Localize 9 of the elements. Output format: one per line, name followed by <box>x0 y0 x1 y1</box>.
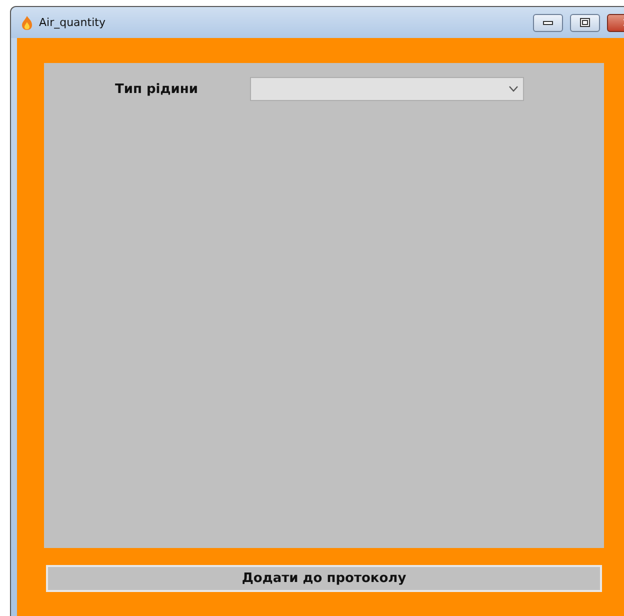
maximize-button[interactable] <box>570 14 600 32</box>
add-to-protocol-button[interactable]: Додати до протоколу <box>46 565 602 592</box>
window-title: Air_quantity <box>39 16 106 29</box>
fluid-type-label: Тип рідини <box>115 82 198 96</box>
minimize-icon <box>543 20 553 24</box>
chevron-down-icon <box>509 86 518 92</box>
minimize-button[interactable] <box>533 14 563 32</box>
flame-icon <box>20 14 34 30</box>
maximize-icon <box>580 18 590 27</box>
